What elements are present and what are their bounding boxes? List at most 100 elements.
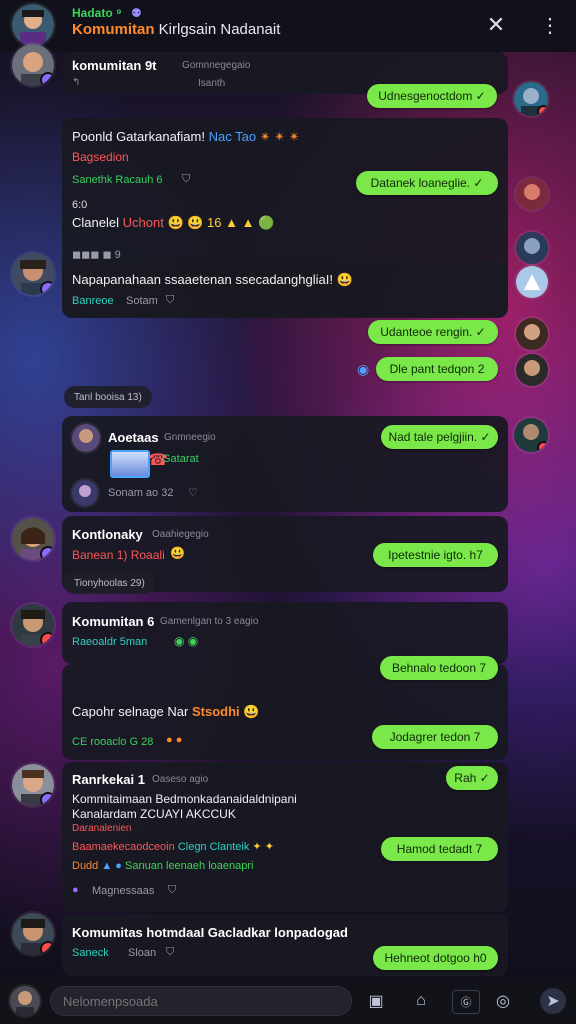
message-line: Kommitaimaan Bedmonkadanaidaldnipani <box>72 792 297 806</box>
title-highlight: Komumitan <box>72 21 155 38</box>
avatar[interactable] <box>12 764 54 806</box>
sent-message-bubble[interactable]: Nad tale pelgjiin. ✓ <box>381 425 498 449</box>
message-text: Poonld Gatarkanafiam! Nac Tao ✴ ✴ ✴ <box>72 129 300 145</box>
heart-icon[interactable]: ♡ <box>188 486 198 499</box>
sent-message-bubble[interactable]: Jodagrer tedon 7 <box>372 725 498 749</box>
globe-icon: ◉ <box>357 361 370 377</box>
avatar[interactable] <box>12 604 54 646</box>
send-icon[interactable]: ➤ <box>540 988 566 1014</box>
cyan-label: Banreoe <box>72 295 114 307</box>
orange-tag: Dudd <box>72 860 99 872</box>
group-avatar[interactable] <box>12 4 54 46</box>
sent-message-bubble[interactable]: Udanteoe rengin. ✓ <box>368 320 498 344</box>
sent-message-bubble[interactable]: Hamod tedadt 7 <box>381 837 498 861</box>
red-label: Bagsedion <box>72 150 129 164</box>
status-badge <box>537 441 548 452</box>
count-label: 6:0 <box>72 199 88 211</box>
page-title: Komumitan Kirlgsain Nadanait <box>72 21 280 38</box>
shield-icon: ⛉ <box>166 946 175 958</box>
status-badge <box>40 632 54 646</box>
avatar[interactable] <box>12 913 54 955</box>
emoji-picker-icon[interactable]: ◎ <box>492 990 514 1012</box>
emoji-icon: 😃 <box>170 546 185 560</box>
avatar[interactable] <box>514 82 548 116</box>
message-time: Oaahiegegio <box>152 529 209 540</box>
header-subtitle: Hadato ⁹ <box>72 6 122 20</box>
icon-row: ◼◼◼ ◼ 9 <box>72 249 121 261</box>
avatar[interactable] <box>516 232 548 264</box>
status-badge <box>40 941 54 955</box>
avatar[interactable] <box>516 178 548 210</box>
green-label: Gatarat <box>162 453 199 465</box>
sent-message-bubble[interactable]: Behnalo tedoon 7 <box>380 656 498 680</box>
red-label: Daranalenien <box>72 823 132 834</box>
emoji-icon: ✦ ✦ <box>252 841 274 853</box>
shield-icon: ⛉ <box>182 173 191 185</box>
reaction-summary: Sonam ao 32 <box>108 487 174 499</box>
avatar[interactable] <box>72 480 98 506</box>
emoji-icon: ▲ ● <box>101 860 122 872</box>
green-tag: Sanuan leenaeh loaenapri <box>125 860 254 872</box>
green-label: CE rooaclo G 28 <box>72 736 154 748</box>
message-body: Capohr selnage Nar <box>72 704 189 719</box>
cyan-label: Raeoaldr 5man <box>72 636 148 648</box>
message-subtime: Isanth <box>198 78 226 89</box>
chat-header: Hadato ⁹ ⚉ Komumitan Kirlgsain Nadanait … <box>0 0 576 52</box>
reply-icon[interactable]: ↰ <box>72 77 80 88</box>
avatar[interactable] <box>516 354 548 386</box>
emoji-icon: ◉ ◉ <box>174 634 199 648</box>
avatar[interactable] <box>12 518 54 560</box>
online-badge <box>40 546 54 560</box>
message-input[interactable] <box>50 986 352 1016</box>
sender-name: Ranrkekai 1 <box>72 772 145 787</box>
emoji-icon: 😃 <box>243 704 260 719</box>
message-text-2: Clanelel Uchont 😃 😃 16 ▲ ▲ 🟢 <box>72 215 274 231</box>
reaction-summary: Magnessaas <box>92 885 155 897</box>
emoji-row: 😃 😃 16 ▲ ▲ 🟢 <box>167 215 275 230</box>
emoji-icon: 😃 <box>336 272 353 287</box>
sender-name: komumitan 9t <box>72 58 157 73</box>
avatar[interactable] <box>12 253 54 295</box>
message-link[interactable]: Nac Tao <box>209 129 256 144</box>
message-time: Sotam <box>126 295 158 307</box>
sent-message-bubble[interactable]: Hehneot dotgoo h0 <box>373 946 498 970</box>
avatar[interactable] <box>516 266 548 298</box>
sender-name: Aoetaas <box>108 430 159 445</box>
status-icon: ⚉ <box>131 6 142 20</box>
avatar[interactable] <box>516 318 548 350</box>
avatar[interactable] <box>12 44 54 86</box>
avatar[interactable] <box>514 418 548 452</box>
message-card: Komumitan 6 Gamenlgan to 3 eagio Raeoald… <box>62 602 508 664</box>
sent-message-bubble[interactable]: Datanek loaneglie. ✓ <box>356 171 498 195</box>
user-avatar[interactable] <box>10 986 40 1016</box>
tag-row-2: Dudd ▲ ● Sanuan leenaeh loaenapri <box>72 860 253 872</box>
sender-name: Komumitan 6 <box>72 614 155 629</box>
attachment-icon[interactable]: ▣ <box>365 990 387 1012</box>
image-icon[interactable]: ⌂ <box>410 990 432 1012</box>
sent-message-bubble[interactable]: Udnesgenoctdom ✓ <box>367 84 497 108</box>
online-badge <box>40 72 54 86</box>
sent-message-bubble[interactable]: Rah ✓ <box>446 766 498 790</box>
emoji-icon: ● ● <box>166 734 183 746</box>
emoji-reactions: ✴ ✴ ✴ <box>259 129 300 144</box>
sent-message-bubble[interactable]: Ipetestnie igto. h7 <box>373 543 498 567</box>
red-tag: Baamaekecaodceoin <box>72 841 175 853</box>
online-badge <box>40 281 54 295</box>
purple-dot-icon: ● <box>72 884 79 896</box>
more-vertical-icon[interactable]: ⋮ <box>538 12 562 38</box>
avatar[interactable] <box>72 424 100 452</box>
message-text: Napapanahaan ssaaetenan ssecadanghgliaI!… <box>72 272 353 288</box>
message-time: Oaseso agio <box>152 774 209 785</box>
message-body: Napapanahaan ssaaetenan ssecadanghgliaI! <box>72 272 333 287</box>
tag-row: Baamaekecaodceoin Clegn Clanteik ✦ ✦ <box>72 840 274 853</box>
message-card: Napapanahaan ssaaetenan ssecadanghgliaI!… <box>62 262 508 316</box>
timestamp-pill: Tionyhoolas 29) <box>64 572 155 594</box>
message-body-2: Clanelel <box>72 215 119 230</box>
close-icon[interactable]: ✕ <box>484 12 508 38</box>
sent-message-bubble[interactable]: Dle pant tedqon 2 <box>376 357 498 381</box>
timestamp-pill: Tanl booisa 13) <box>64 386 152 408</box>
shield-icon: ⛉ <box>166 294 175 306</box>
gif-icon[interactable]: Ⓖ <box>452 990 480 1014</box>
screen-icon <box>110 450 150 478</box>
message-text: Capohr selnage Nar Stsodhi 😃 <box>72 704 259 720</box>
